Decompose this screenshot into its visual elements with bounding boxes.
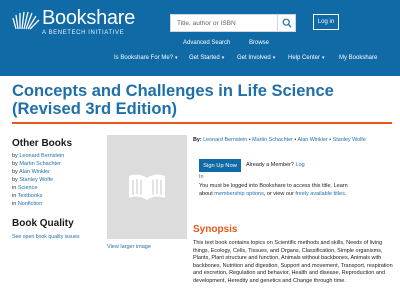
chevron-down-icon: ▾ — [322, 55, 325, 61]
chevron-down-icon: ▾ — [221, 55, 225, 61]
author-line: By: Leonard Bernstein • Martin Schachter… — [193, 137, 366, 143]
list-item: by Leonard Bernstein — [12, 153, 65, 159]
book-title: Concepts and Challenges in Life Science … — [12, 82, 334, 118]
site-header: Bookshare A BENETECH INITIATIVE Log in A… — [0, 0, 400, 76]
list-item: by Martin Schachter — [12, 161, 61, 167]
synopsis-text: This text book contains topics on Scient… — [193, 240, 393, 284]
nav-is-bookshare-for-me[interactable]: Is Bookshare For Me? ▾ — [114, 55, 178, 61]
access-message: You must be logged into Bookshare to acc… — [199, 183, 348, 197]
list-item: by Stanley Wolfe — [12, 177, 54, 183]
book-quality-heading: Book Quality — [12, 218, 74, 229]
chevron-down-icon: ▾ — [175, 55, 178, 61]
signup-panel: Sign Up Now Already a Member? Log In You… — [196, 156, 392, 210]
advanced-search-link[interactable]: Advanced Search — [183, 40, 230, 46]
search-button[interactable] — [278, 14, 296, 32]
other-books-link[interactable]: Leonard Bernstein — [19, 153, 64, 159]
author-link[interactable]: Martin Schachter — [252, 137, 293, 143]
other-books-link[interactable]: Martin Schachter — [19, 161, 61, 167]
other-books-link[interactable]: Nonfiction — [18, 201, 42, 207]
author-link[interactable]: Leonard Bernstein — [203, 137, 247, 143]
other-books-link[interactable]: Textbooks — [18, 193, 43, 199]
title-divider — [12, 122, 392, 124]
nav-get-started[interactable]: Get Started ▾ — [189, 55, 224, 61]
other-books-link[interactable]: Alan Winkler — [19, 169, 50, 175]
author-link[interactable]: Stanley Wolfe — [333, 137, 366, 143]
main-nav: Is Bookshare For Me? ▾ Get Started ▾ Get I… — [0, 55, 400, 67]
list-item: in Science — [12, 185, 38, 191]
login-link[interactable]: Log — [296, 162, 305, 168]
login-link-continued[interactable]: In — [199, 174, 204, 180]
list-item: in Textbooks — [12, 193, 43, 199]
bookshare-logo[interactable]: Bookshare A BENETECH INITIATIVE — [12, 7, 162, 40]
chevron-down-icon: ▾ — [272, 55, 276, 61]
synopsis-heading: Synopsis — [193, 224, 238, 235]
other-books-heading: Other Books — [12, 138, 73, 149]
list-item: in Nonfiction — [12, 201, 43, 207]
login-button[interactable]: Log in — [313, 14, 339, 30]
list-item: by Alan Winkler — [12, 169, 50, 175]
sign-up-button[interactable]: Sign Up Now — [199, 159, 241, 172]
already-member-text: Already a Member? Log — [246, 162, 305, 168]
author-link[interactable]: Alan Winkler — [297, 137, 327, 143]
brand-subtitle: A BENETECH INITIATIVE — [42, 30, 125, 36]
other-books-link[interactable]: Stanley Wolfe — [19, 177, 53, 183]
quality-issues-link[interactable]: See open book quality issues — [12, 234, 79, 240]
other-books-link[interactable]: Science — [18, 185, 38, 191]
freely-available-link[interactable]: freely available titles — [295, 191, 345, 197]
book-fan-icon — [12, 11, 40, 30]
nav-get-involved[interactable]: Get Involved ▾ — [237, 55, 275, 61]
nav-help-center[interactable]: Help Center ▾ — [288, 55, 325, 61]
other-books-list: by Leonard Bernstein by Martin Schachter… — [12, 152, 112, 208]
book-cover-placeholder[interactable] — [107, 135, 187, 239]
nav-my-bookshare[interactable]: My Bookshare — [339, 55, 377, 61]
brand-name: Bookshare — [42, 7, 135, 29]
membership-options-link[interactable]: membership options — [214, 191, 264, 197]
search-input[interactable] — [170, 14, 278, 32]
search-icon — [282, 18, 291, 28]
browse-link[interactable]: Browse — [249, 40, 269, 46]
view-larger-image-link[interactable]: View larger image — [107, 244, 151, 250]
open-book-icon — [129, 174, 165, 200]
